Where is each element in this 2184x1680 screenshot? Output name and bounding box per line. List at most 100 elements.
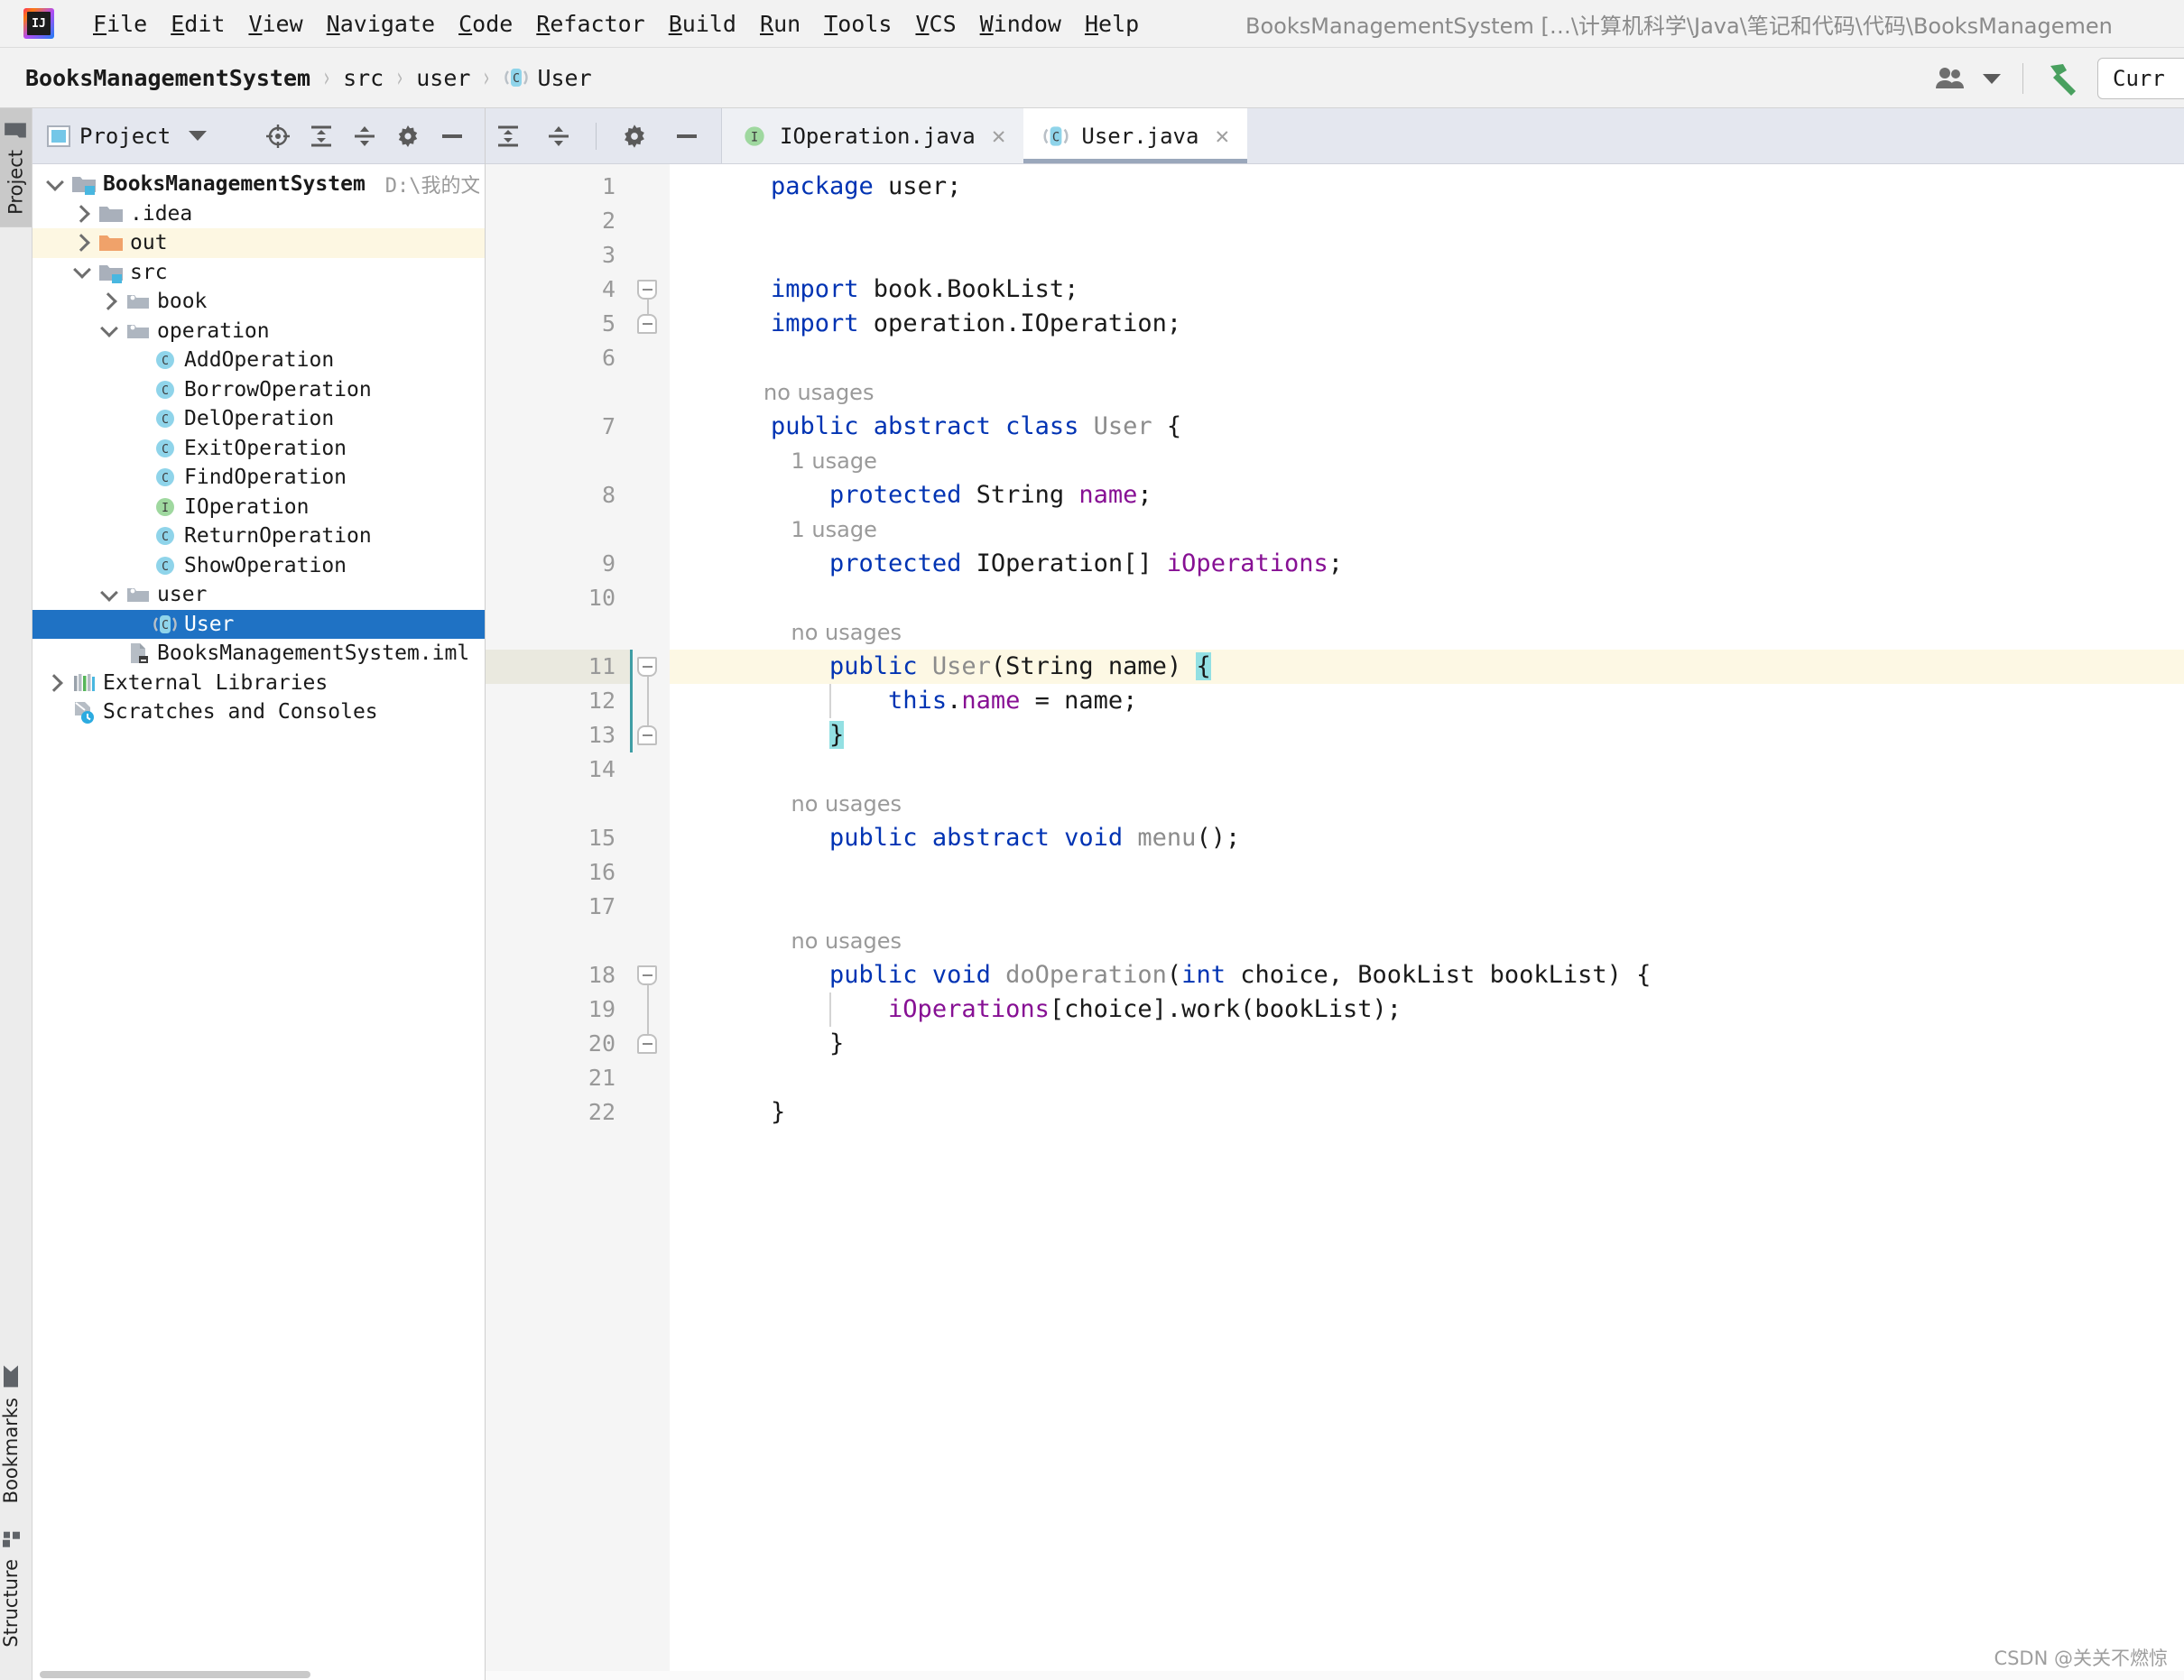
project-tool-window: Project BooksManagementSystem D:\我的文 .id… [32, 108, 486, 1680]
line-number: 4 [601, 276, 615, 302]
tree-horizontal-scrollbar[interactable] [32, 1669, 485, 1680]
line-number: 2 [601, 208, 615, 234]
interface-icon: I [150, 494, 180, 521]
fold-toggle-start[interactable] [637, 280, 657, 300]
tree-twisty-right[interactable] [69, 234, 96, 253]
hide-minus-icon[interactable] [672, 123, 701, 150]
fold-gutter[interactable] [630, 164, 670, 1680]
tree-node-user[interactable]: user [32, 580, 485, 610]
code-text-area[interactable]: package user; import book.BookList; import… [670, 164, 2184, 1680]
expand-glyph [498, 125, 518, 146]
menu-item-vcs[interactable]: VCS [903, 7, 967, 41]
tree-node-deloperation[interactable]: C DelOperation [32, 404, 485, 434]
editor-area: I IOperation.java ✕ C User.java ✕ 1 2 3 4 5 6 7 8 9 10… [486, 108, 2184, 1680]
menu-item-view[interactable]: View [236, 7, 314, 41]
stripe-button-bookmarks[interactable]: Bookmarks [0, 1351, 22, 1516]
menu-item-code[interactable]: Code [447, 7, 524, 41]
menu-item-build[interactable]: Build [657, 7, 748, 41]
tree-node-findoperation[interactable]: C FindOperation [32, 463, 485, 493]
tree-node-label: .idea [130, 201, 193, 226]
chevron-down-icon[interactable] [189, 131, 208, 141]
expand-all-icon[interactable] [308, 123, 335, 150]
breadcrumb-item-user[interactable]: C User [497, 61, 597, 94]
tree-twisty-down[interactable] [42, 172, 69, 191]
expand-glyph [311, 125, 331, 146]
tree-node-src[interactable]: src [32, 258, 485, 288]
left-tool-stripe: Project Structure Bookmarks [0, 108, 32, 1680]
project-tree[interactable]: BooksManagementSystem D:\我的文件\计算机科学\ .idea… [32, 164, 485, 1680]
usage-hint[interactable]: 1 usage [763, 444, 877, 478]
tree-node-scratches-and-consoles[interactable]: Scratches and Consoles [32, 697, 485, 727]
collapse-all-icon[interactable] [351, 123, 378, 150]
fold-toggle-start[interactable] [637, 965, 657, 985]
fold-toggle-end[interactable] [637, 1034, 657, 1054]
menu-item-navigate[interactable]: Navigate [315, 7, 447, 41]
editor-tab-ioperation-java[interactable]: I IOperation.java ✕ [722, 108, 1024, 163]
close-icon[interactable]: ✕ [1215, 125, 1229, 148]
tree-node-user[interactable]: C User [32, 609, 485, 639]
close-icon[interactable]: ✕ [992, 125, 1006, 148]
menu-item-run[interactable]: Run [748, 7, 812, 41]
tree-node-exitoperation[interactable]: C ExitOperation [32, 434, 485, 464]
menu-item-tools[interactable]: Tools [812, 7, 903, 41]
tree-node-borrowoperation[interactable]: C BorrowOperation [32, 375, 485, 405]
fold-toggle-end[interactable] [637, 725, 657, 745]
tree-node-showoperation[interactable]: C ShowOperation [32, 551, 485, 581]
tree-node-booksmanagementsystem[interactable]: BooksManagementSystem D:\我的文件\计算机科学\ [32, 170, 485, 199]
tree-node-external-libraries[interactable]: External Libraries [32, 669, 485, 698]
fold-toggle-end[interactable] [637, 314, 657, 334]
code-token: String [961, 481, 1079, 509]
editor-tab-user-java[interactable]: C User.java ✕ [1023, 108, 1248, 163]
tree-node-out[interactable]: out [32, 228, 485, 258]
editor-horizontal-scrollbar[interactable] [486, 1671, 2184, 1680]
breadcrumb-item-booksmanagementsystem[interactable]: BooksManagementSystem [20, 62, 316, 94]
breadcrumb-item-user[interactable]: user [411, 62, 476, 94]
tree-twisty-down[interactable] [96, 319, 123, 338]
tree-twisty-right[interactable] [69, 204, 96, 223]
tree-twisty-right[interactable] [42, 673, 69, 692]
stripe-button-project[interactable]: Project [0, 108, 32, 227]
locate-target-icon[interactable] [264, 123, 292, 150]
menu-item-window[interactable]: Window [968, 7, 1073, 41]
settings-gear-icon[interactable] [394, 123, 421, 150]
menu-item-file[interactable]: File [81, 7, 159, 41]
people-icon[interactable] [1921, 66, 2013, 91]
tree-node-returnoperation[interactable]: C ReturnOperation [32, 522, 485, 551]
code-token: } [829, 1029, 845, 1057]
breadcrumb-item-src[interactable]: src [338, 62, 389, 94]
menu-item-refactor[interactable]: Refactor [524, 7, 656, 41]
stripe-button-structure[interactable]: Structure [0, 1516, 22, 1660]
code-token: IOperation[] [961, 549, 1167, 577]
code-token: protected [829, 549, 962, 577]
line-number: 13 [588, 722, 615, 748]
tree-twisty-down[interactable] [69, 261, 96, 280]
build-hammer-icon[interactable] [2032, 60, 2097, 97]
expand-all-icon[interactable] [495, 123, 522, 150]
code-token: int [1181, 961, 1226, 989]
settings-gear-icon[interactable] [620, 122, 649, 151]
tree-node-ioperation[interactable]: I IOperation [32, 493, 485, 522]
tree-twisty-right[interactable] [96, 292, 123, 311]
code-editor[interactable]: 1 2 3 4 5 6 7 8 9 10 11 12 13 14 15 16 17 18 19 20 21 22 pack… [486, 164, 2184, 1680]
menu-item-help[interactable]: Help [1073, 7, 1151, 41]
usage-hint[interactable]: 1 usage [763, 512, 877, 547]
usage-hint[interactable]: no usages [763, 615, 902, 650]
tree-node--idea[interactable]: .idea [32, 199, 485, 229]
code-line: package user; [771, 170, 961, 204]
menu-item-edit[interactable]: Edit [159, 7, 236, 41]
line-number-gutter[interactable]: 1 2 3 4 5 6 7 8 9 10 11 12 13 14 15 16 17 18 19 20 21 22 [486, 164, 670, 1680]
run-configuration-selector[interactable]: Curr [2097, 58, 2184, 99]
collapse-all-icon[interactable] [545, 123, 572, 150]
usage-hint[interactable]: no usages [763, 787, 902, 821]
usage-hint[interactable]: no usages [763, 924, 902, 958]
tree-node-book[interactable]: book [32, 287, 485, 317]
fold-toggle-start[interactable] [637, 657, 657, 677]
tree-node-operation[interactable]: operation [32, 317, 485, 346]
minus-glyph [677, 134, 697, 138]
tree-node-booksmanagementsystem-iml[interactable]: BooksManagementSystem.iml [32, 639, 485, 669]
tree-node-addoperation[interactable]: C AddOperation [32, 346, 485, 375]
tree-twisty-down[interactable] [96, 583, 123, 602]
usage-hint[interactable]: no usages [763, 375, 874, 410]
hide-minus-icon[interactable] [438, 123, 467, 150]
